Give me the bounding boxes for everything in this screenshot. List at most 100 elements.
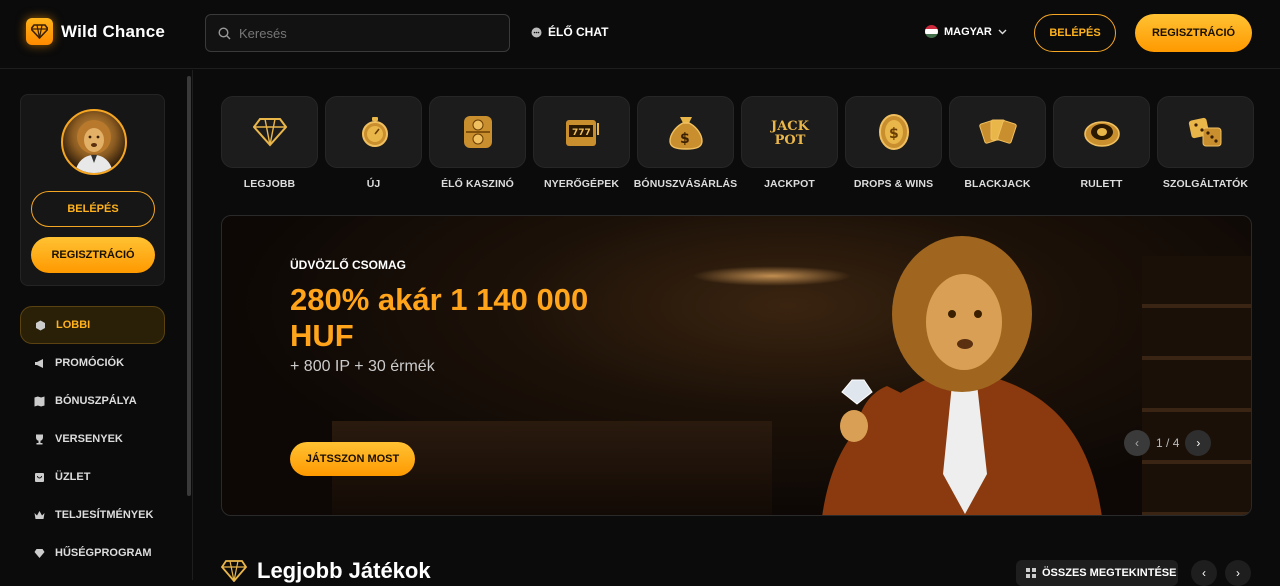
shop-icon (35, 472, 44, 482)
sidebar-scrollbar[interactable] (187, 76, 191, 496)
category-tile[interactable] (221, 96, 318, 168)
sidebar-item-lobbi[interactable]: LOBBI (20, 306, 165, 344)
money-bag-icon: $ (668, 117, 703, 150)
sidebar-item-teljesitmenyek[interactable]: TELJESÍTMÉNYEK (20, 496, 165, 534)
view-all-button[interactable]: ÖSSZES MEGTEKINTÉSE (1016, 560, 1178, 586)
svg-text:$: $ (680, 131, 690, 147)
category-tile[interactable] (949, 96, 1046, 168)
cards-icon (978, 119, 1017, 144)
brand-name: Wild Chance (61, 21, 166, 41)
next-slide-button[interactable]: › (1185, 430, 1212, 456)
category-legjobb[interactable]: LEGJOBB (221, 96, 318, 190)
trophy-icon (36, 434, 43, 444)
category-tile[interactable] (325, 96, 422, 168)
sidebar-item-label: BÓNUSZPÁLYA (55, 395, 137, 407)
category-label: ÉLŐ KASZINÓ (441, 178, 514, 190)
category-label: ÚJ (366, 178, 381, 190)
prev-slide-button[interactable]: ‹ (1124, 430, 1150, 456)
search-input[interactable] (239, 25, 489, 41)
category-tile[interactable] (1053, 96, 1150, 168)
chat-bubble-icon (531, 27, 542, 37)
svg-text:777: 777 (572, 128, 591, 138)
category-rulett[interactable]: RULETT (1053, 96, 1150, 190)
category-bar: LEGJOBB ÚJ ÉLŐ KASZINÓ 777 NYERŐGÉPEK $ … (221, 96, 1254, 190)
sidebar-item-bonuszpalya[interactable]: BÓNUSZPÁLYA (20, 382, 165, 420)
sidebar-item-label: TELJESÍTMÉNYEK (55, 509, 154, 521)
category-elo-kaszino[interactable]: ÉLŐ KASZINÓ (429, 96, 526, 190)
chevron-down-icon (998, 29, 1007, 34)
category-label: SZOLGÁLTATÓK (1162, 178, 1249, 190)
category-label: NYERŐGÉPEK (543, 178, 620, 190)
sidebar-item-promociok[interactable]: PROMÓCIÓK (20, 344, 165, 382)
category-label: BÓNUSZVÁSÁRLÁS (633, 178, 738, 190)
sidebar-item-versenyek[interactable]: VERSENYEK (20, 420, 165, 458)
play-now-button[interactable]: JÁTSSZON MOST (290, 442, 415, 476)
diamond-icon (252, 118, 287, 147)
category-tile[interactable]: $ (637, 96, 734, 168)
coin-icon: $ (878, 114, 909, 150)
category-tile[interactable] (429, 96, 526, 168)
category-nyerogepek[interactable]: 777 NYERŐGÉPEK (533, 96, 630, 190)
map-icon (34, 396, 45, 406)
header-login-button[interactable]: BELÉPÉS (1034, 14, 1116, 52)
sidebar-login-button[interactable]: BELÉPÉS (31, 191, 155, 227)
hero-subtitle: + 800 IP + 30 érmék (290, 358, 435, 375)
svg-text:JACK: JACK (770, 119, 810, 134)
hero-eyebrow: ÜDVÖZLŐ CSOMAG (290, 258, 406, 272)
category-jackpot[interactable]: JACK POT JACKPOT (741, 96, 838, 190)
slot-machine-icon: 777 (565, 120, 599, 146)
dice-icon (1188, 117, 1221, 147)
sidebar-nav: LOBBI PROMÓCIÓK BÓNUSZPÁLYA VERSENYEK ÜZ… (20, 306, 165, 572)
sidebar-item-husegprogram[interactable]: HŰSÉGPROGRAM (20, 534, 165, 572)
jackpot-icon: JACKPOT (770, 119, 810, 148)
chip-icon (463, 116, 492, 148)
sidebar-item-label: ÜZLET (55, 471, 91, 483)
section-prev-button[interactable]: ‹ (1191, 560, 1217, 586)
sidebar-item-label: LOBBI (56, 319, 91, 331)
section-next-button[interactable]: › (1225, 560, 1251, 586)
live-chat-label: ÉLŐ CHAT (548, 25, 609, 39)
category-tile[interactable]: JACK POT (741, 96, 838, 168)
search-box[interactable] (205, 14, 510, 52)
category-tile[interactable]: $ (845, 96, 942, 168)
hero-banner[interactable]: ÜDVÖZLŐ CSOMAG 280% akár 1 140 000 HUF +… (221, 215, 1252, 516)
category-label: RULETT (1080, 178, 1123, 190)
grid-icon (1026, 568, 1036, 578)
live-chat-link[interactable]: ÉLŐ CHAT (531, 25, 608, 39)
chevron-left-icon: ‹ (1135, 436, 1139, 450)
chevron-left-icon: ‹ (1202, 566, 1206, 580)
category-label: BLACKJACK (964, 178, 1031, 190)
top-bar: Wild Chance ÉLŐ CHAT MAGYAR BELÉPÉS REGI… (0, 0, 1280, 69)
section-title: Legjobb Játékok (257, 558, 431, 583)
avatar (61, 109, 127, 175)
header-register-button[interactable]: REGISZTRÁCIÓ (1135, 14, 1252, 52)
category-label: DROPS & WINS (853, 178, 934, 190)
sidebar-item-label: PROMÓCIÓK (55, 357, 125, 369)
sidebar-item-label: HŰSÉGPROGRAM (55, 547, 152, 559)
sidebar-register-button[interactable]: REGISZTRÁCIÓ (31, 237, 155, 273)
language-label: MAGYAR (944, 25, 992, 38)
language-selector[interactable]: MAGYAR (925, 25, 1007, 38)
search-icon (218, 26, 231, 39)
pager-total: 4 (1172, 436, 1180, 450)
category-tile[interactable] (1157, 96, 1254, 168)
category-bonuszvasarlas[interactable]: $ BÓNUSZVÁSÁRLÁS (634, 96, 737, 190)
svg-text:POT: POT (774, 133, 805, 148)
sidebar-item-uzlet[interactable]: ÜZLET (20, 458, 165, 496)
logo[interactable]: Wild Chance (26, 18, 165, 45)
category-uj[interactable]: ÚJ (325, 96, 422, 190)
stopwatch-icon (361, 117, 388, 147)
category-drops-wins[interactable]: $ DROPS & WINS (845, 96, 942, 190)
profile-card: BELÉPÉS REGISZTRÁCIÓ (20, 94, 165, 286)
category-tile[interactable]: 777 (533, 96, 630, 168)
diamond-icon (34, 548, 45, 558)
category-label: JACKPOT (764, 178, 815, 190)
category-blackjack[interactable]: BLACKJACK (949, 96, 1046, 190)
pager-text: 1 / 4 (1156, 436, 1180, 450)
bookshelf-background (1142, 256, 1251, 515)
category-szolgaltatok[interactable]: SZOLGÁLTATÓK (1157, 96, 1254, 190)
hero-title: 280% akár 1 140 000 HUF (290, 282, 589, 353)
view-all-label: ÖSSZES MEGTEKINTÉSE (1042, 567, 1177, 579)
diamond-icon (221, 560, 247, 582)
cube-icon (36, 320, 45, 330)
